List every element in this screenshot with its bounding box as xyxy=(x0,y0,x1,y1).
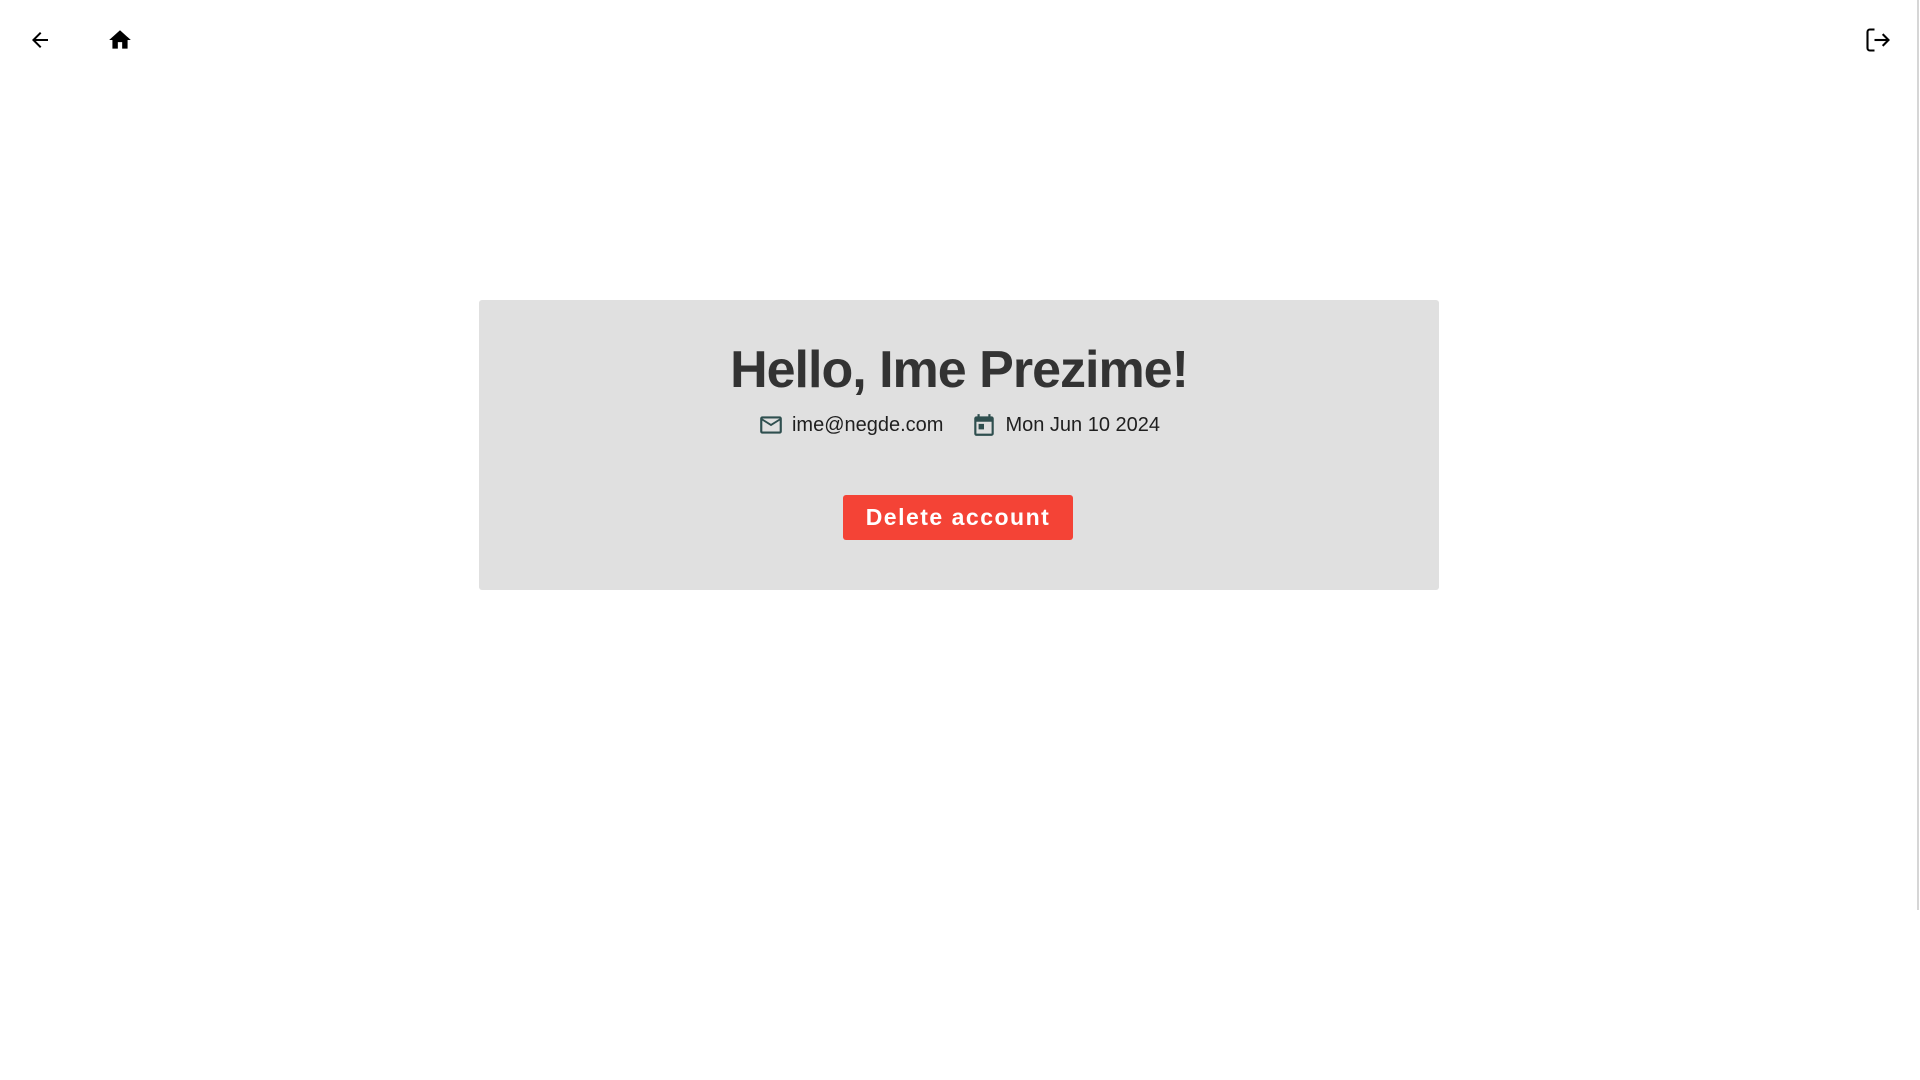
logout-icon xyxy=(1864,26,1892,54)
top-bar xyxy=(0,0,1920,80)
mail-icon xyxy=(758,412,784,438)
date-info: Mon Jun 10 2024 xyxy=(971,412,1160,438)
arrow-left-icon xyxy=(28,28,52,52)
home-icon xyxy=(107,27,133,53)
joined-date-text: Mon Jun 10 2024 xyxy=(1005,413,1161,436)
calendar-icon xyxy=(971,412,997,438)
back-button[interactable] xyxy=(20,20,60,60)
profile-card: Hello, Ime Prezime! ime@negde.com Mon Ju… xyxy=(479,300,1439,590)
home-button[interactable] xyxy=(100,20,140,60)
profile-page: Hello, Ime Prezime! ime@negde.com Mon Ju… xyxy=(0,0,1920,1080)
greeting-heading: Hello, Ime Prezime! xyxy=(730,341,1189,399)
profile-info-row: ime@negde.com Mon Jun 10 2024 xyxy=(479,412,1439,438)
logout-button[interactable] xyxy=(1858,20,1898,60)
email-text: ime@negde.com xyxy=(791,413,944,436)
email-info: ime@negde.com xyxy=(758,412,943,438)
delete-account-button[interactable]: Delete account xyxy=(843,495,1073,540)
scrollbar[interactable] xyxy=(1917,0,1919,910)
